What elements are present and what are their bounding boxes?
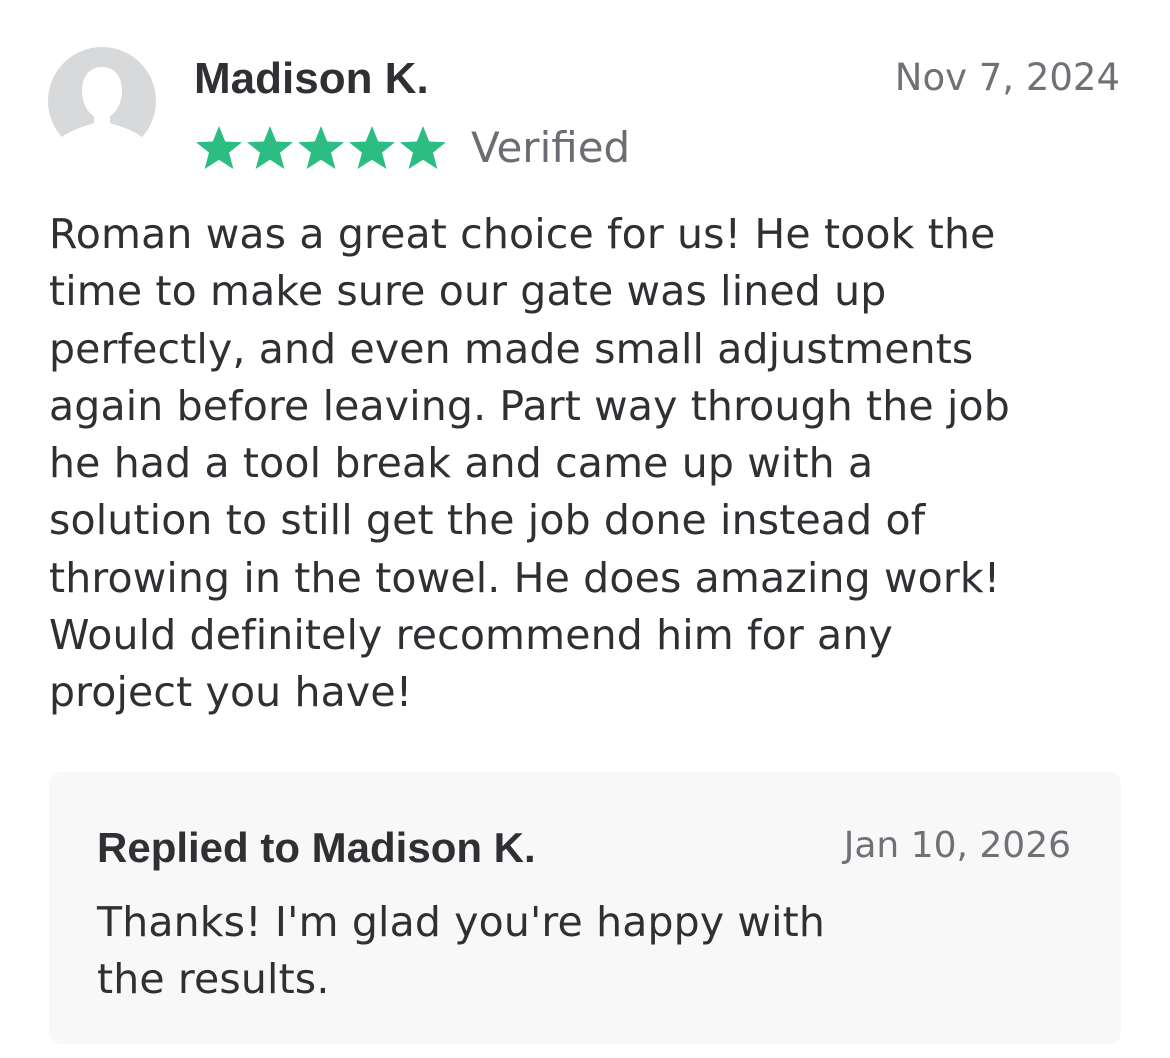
- avatar: [48, 47, 156, 155]
- rating-row: Verified: [194, 122, 630, 174]
- reply-title: Replied to Madison K.: [97, 824, 536, 871]
- reply-date: Jan 10, 2026: [843, 825, 1071, 866]
- reply-text-line: the results.: [97, 955, 330, 1003]
- reply-text-line: Thanks! I'm glad you're happy with: [97, 898, 826, 946]
- review-card: Madison K. Nov 7, 2024 Verified Roman wa…: [0, 0, 1170, 1058]
- review-date: Nov 7, 2024: [894, 56, 1120, 99]
- review-text-line: time to make sure our gate was lined up: [49, 267, 887, 316]
- review-text-line: project you have!: [49, 668, 413, 717]
- reviewer-name: Madison K.: [194, 54, 429, 103]
- review-text-line: Would definitely recommend him for any: [49, 611, 893, 660]
- review-text-line: throwing in the towel. He does amazing w…: [49, 553, 1001, 602]
- star-icon: [400, 126, 446, 169]
- star-rating: [194, 124, 449, 172]
- review-text: Roman was a great choice for us! He took…: [49, 206, 1129, 722]
- star-icon: [247, 126, 293, 169]
- star-icon: [349, 126, 395, 169]
- star-icon: [196, 126, 242, 169]
- verified-label: Verified: [471, 123, 631, 172]
- review-text-line: perfectly, and even made small adjustmen…: [49, 324, 974, 373]
- review-text-line: he had a tool break and came up with a: [49, 439, 874, 488]
- star-icon: [298, 126, 344, 169]
- review-text-line: solution to still get the job done inste…: [49, 496, 926, 545]
- review-text-line: again before leaving. Part way through t…: [49, 381, 1010, 430]
- owner-reply: Replied to Madison K. Jan 10, 2026 Thank…: [49, 772, 1121, 1044]
- reply-text: Thanks! I'm glad you're happy with the re…: [97, 894, 997, 1008]
- review-text-line: Roman was a great choice for us! He took…: [49, 210, 996, 258]
- user-avatar-icon: [60, 67, 144, 155]
